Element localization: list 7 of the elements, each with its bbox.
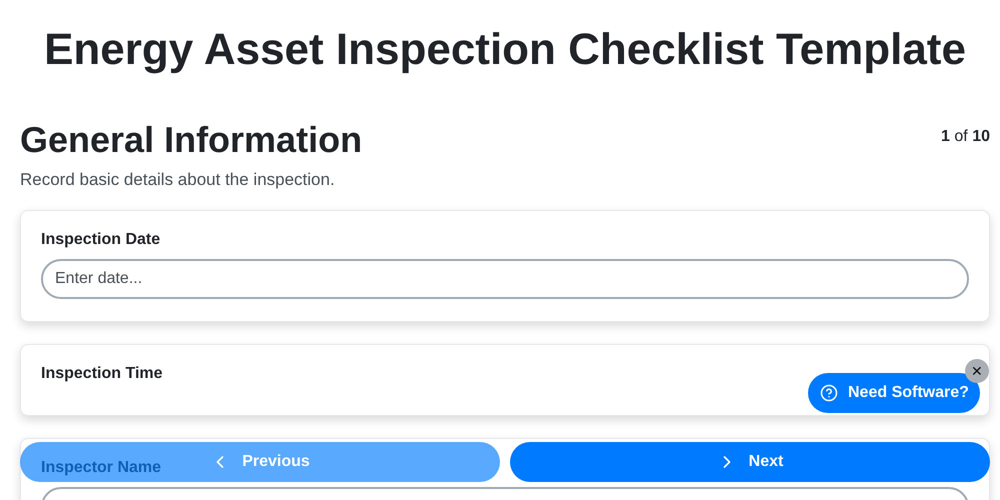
step-counter: 1 of 10 (941, 127, 990, 146)
field-label: Inspection Time (41, 365, 163, 383)
section-title: General Information (20, 120, 362, 160)
field-label: Inspection Date (41, 231, 160, 249)
section-description: Record basic details about the inspection. (20, 170, 336, 190)
page-title: Energy Asset Inspection Checklist Template (43, 24, 967, 76)
field-label: Inspector Name (41, 459, 162, 477)
